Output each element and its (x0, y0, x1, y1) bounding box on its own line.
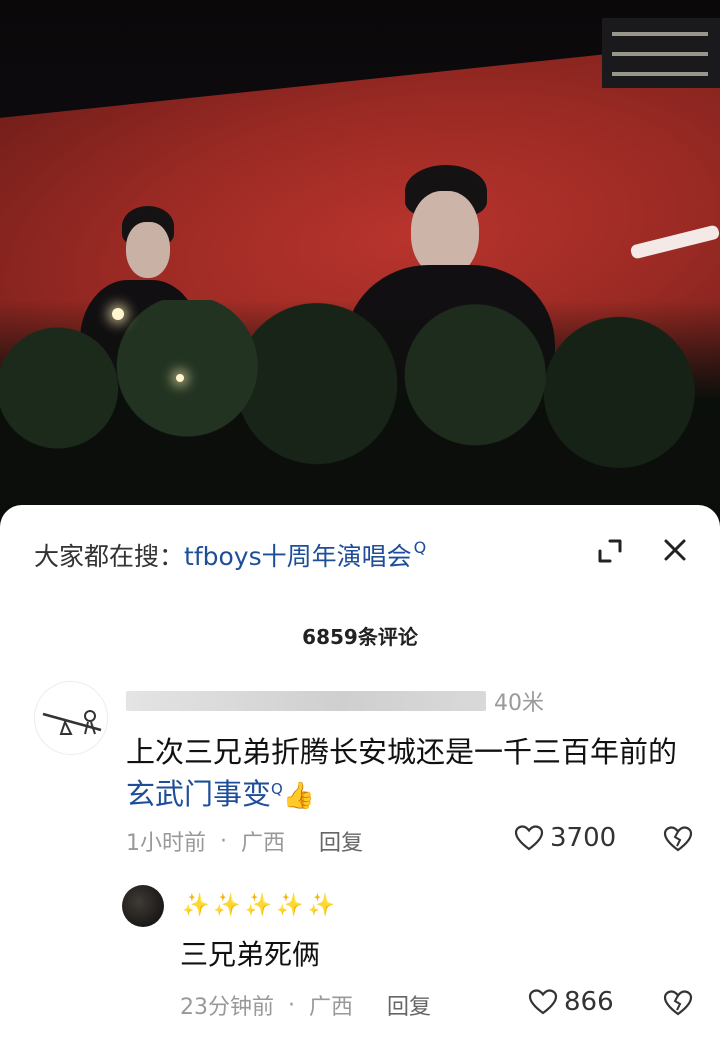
reply-button[interactable]: 回复 (387, 989, 431, 1021)
comment-text: 上次三兄弟折腾长安城还是一千三百年前的玄武门事变Q👍 (126, 731, 706, 820)
comment-text-main: 上次三兄弟折腾长安城还是一千三百年前的 (126, 735, 678, 769)
meta-separator: · (288, 992, 295, 1018)
reply-like-button[interactable]: 866 (528, 987, 614, 1017)
building (602, 18, 720, 88)
comment-count: 6859条评论 (302, 625, 418, 649)
expand-icon[interactable] (596, 537, 624, 565)
close-icon[interactable] (660, 535, 690, 565)
heart-icon (514, 825, 544, 851)
comment-meta: 1小时前 · 广西 回复 (126, 825, 363, 857)
search-term-link[interactable]: tfboys十周年演唱会 (184, 537, 412, 573)
broken-heart-icon[interactable] (663, 989, 693, 1017)
trees (0, 300, 720, 520)
heart-icon (528, 989, 558, 1015)
lamp (176, 374, 184, 382)
comment-sheet: 大家都在搜： tfboys十周年演唱会 Q 6859条评论 40米 上次三兄弟折… (0, 505, 720, 1047)
thumbs-up-emoji: 👍 (282, 781, 316, 811)
reply-button[interactable]: 回复 (319, 825, 363, 857)
redacted-name-bar (126, 691, 486, 711)
comment-region: 广西 (241, 831, 286, 856)
seesaw-avatar-icon (42, 710, 102, 735)
reply-meta: 23分钟前 · 广西 回复 (180, 989, 431, 1021)
search-suggestion[interactable]: 大家都在搜： tfboys十周年演唱会 Q (34, 535, 426, 575)
like-button[interactable]: 3700 (514, 823, 616, 853)
reply-avatar[interactable] (122, 885, 164, 927)
comment-time: 1小时前 (126, 831, 206, 856)
search-suggest-icon: Q (271, 780, 283, 798)
lamp (112, 308, 124, 320)
search-suggest-icon: Q (413, 537, 427, 557)
comment-keyword-link[interactable]: 玄武门事变 (126, 777, 271, 811)
video-frame[interactable] (0, 0, 720, 520)
distance-label: 40米 (494, 691, 544, 716)
search-prefix: 大家都在搜： (34, 542, 185, 571)
like-count: 3700 (550, 823, 617, 853)
reply-like-count: 866 (564, 987, 614, 1017)
reply-region: 广西 (309, 995, 354, 1020)
reply-time: 23分钟前 (180, 995, 274, 1020)
meta-separator: · (220, 828, 227, 854)
reply-text: 三兄弟死俩 (180, 938, 321, 971)
username-redacted[interactable]: 40米 (126, 689, 544, 716)
reply-username[interactable]: ✨✨✨✨✨ (182, 893, 339, 918)
avatar[interactable] (34, 681, 108, 755)
broken-heart-icon[interactable] (663, 825, 693, 853)
